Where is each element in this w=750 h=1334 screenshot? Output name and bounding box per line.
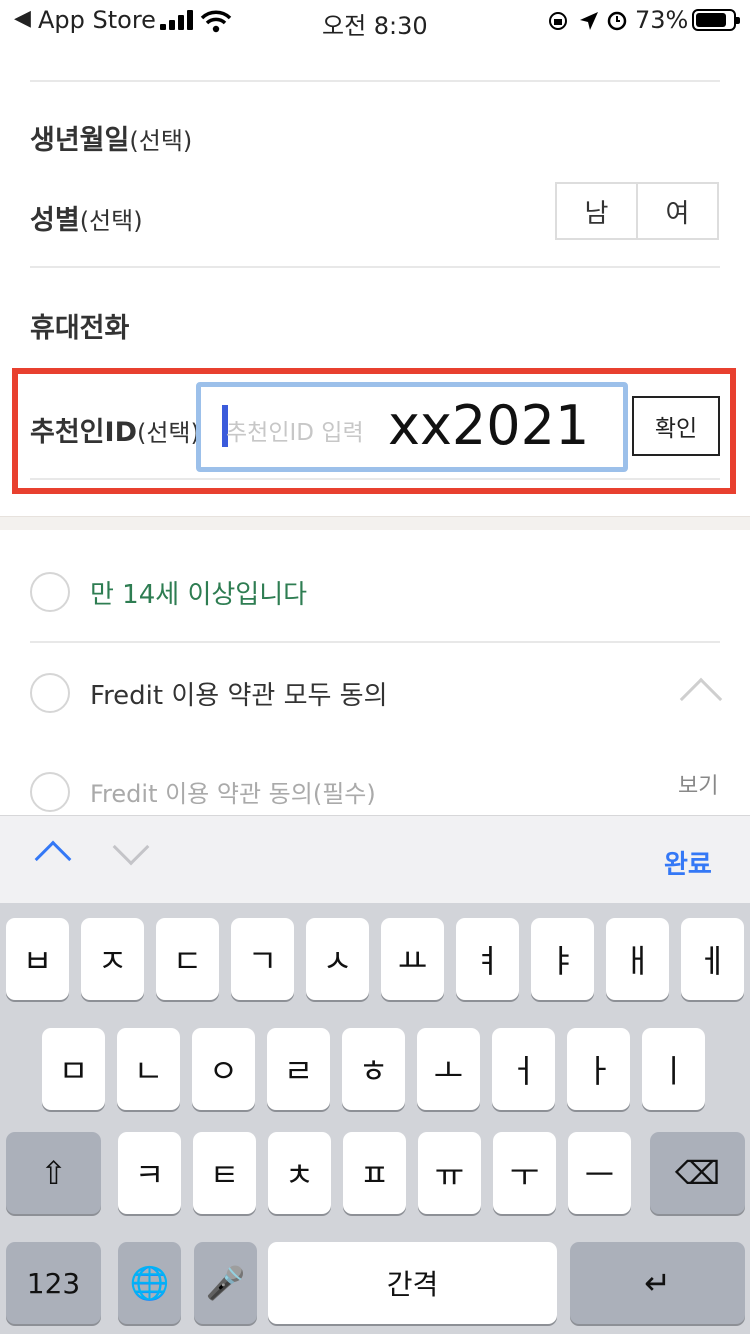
referrer-annotation-text: xx2021 — [388, 394, 590, 457]
key-ㅐ[interactable]: ㅐ — [606, 918, 669, 1000]
key-ㅓ[interactable]: ㅓ — [492, 1028, 555, 1110]
gender-female-button[interactable]: 여 — [636, 184, 717, 238]
key-ㅂ[interactable]: ㅂ — [6, 918, 69, 1000]
key-ㅅ[interactable]: ㅅ — [306, 918, 369, 1000]
key-ㄴ[interactable]: ㄴ — [117, 1028, 180, 1110]
key-ㅍ[interactable]: ㅍ — [343, 1132, 406, 1214]
key-ㅔ[interactable]: ㅔ — [681, 918, 744, 1000]
space-key[interactable]: 간격 — [268, 1242, 557, 1324]
agree-all-label[interactable]: Fredit 이용 약관 모두 동의 — [90, 675, 388, 712]
key-ㅕ[interactable]: ㅕ — [456, 918, 519, 1000]
divider — [30, 478, 720, 480]
key-ㅠ[interactable]: ㅠ — [418, 1132, 481, 1214]
birthdate-label[interactable]: 생년월일(선택) — [30, 118, 192, 157]
phone-label[interactable]: 휴대전화 — [30, 306, 129, 345]
key-ㅛ[interactable]: ㅛ — [381, 918, 444, 1000]
shift-key[interactable]: ⇧ — [6, 1132, 101, 1214]
key-ㅗ[interactable]: ㅗ — [417, 1028, 480, 1110]
status-bar: ◀ App Store 오전 8:30 73% — [0, 0, 750, 40]
numbers-key[interactable]: 123 — [6, 1242, 101, 1324]
gender-selector: 남 여 — [555, 182, 719, 240]
terms-radio[interactable] — [30, 772, 70, 812]
rotation-lock-icon — [549, 12, 567, 30]
divider — [30, 80, 720, 82]
return-key[interactable]: ↵ — [570, 1242, 745, 1324]
key-ㄱ[interactable]: ㄱ — [231, 918, 294, 1000]
key-ㅜ[interactable]: ㅜ — [493, 1132, 556, 1214]
key-ㅑ[interactable]: ㅑ — [531, 918, 594, 1000]
section-separator — [0, 516, 750, 530]
key-ㅈ[interactable]: ㅈ — [81, 918, 144, 1000]
divider — [30, 266, 720, 268]
key-ㅡ[interactable]: ㅡ — [568, 1132, 631, 1214]
confirm-button[interactable]: 확인 — [632, 396, 720, 456]
wifi-icon — [200, 10, 232, 33]
key-ㅇ[interactable]: ㅇ — [192, 1028, 255, 1110]
key-ㅣ[interactable]: ㅣ — [642, 1028, 705, 1110]
key-ㅁ[interactable]: ㅁ — [42, 1028, 105, 1110]
chevron-up-icon[interactable] — [679, 677, 723, 721]
divider — [30, 641, 720, 643]
key-ㄷ[interactable]: ㄷ — [156, 918, 219, 1000]
terms-label[interactable]: Fredit 이용 약관 동의(필수) — [90, 774, 376, 809]
key-ㅏ[interactable]: ㅏ — [567, 1028, 630, 1110]
key-ㅌ[interactable]: ㅌ — [193, 1132, 256, 1214]
key-ㅎ[interactable]: ㅎ — [342, 1028, 405, 1110]
battery-icon — [692, 9, 740, 31]
key-ㅋ[interactable]: ㅋ — [118, 1132, 181, 1214]
globe-icon[interactable]: 🌐 — [118, 1242, 181, 1324]
delete-key[interactable]: ⌫ — [650, 1132, 745, 1214]
back-to-app-label[interactable]: App Store — [38, 6, 156, 34]
microphone-icon[interactable]: 🎤 — [194, 1242, 257, 1324]
alarm-icon — [607, 11, 627, 31]
referrer-input-placeholder: 추천인ID 입력 — [226, 420, 364, 446]
done-button[interactable]: 완료 — [664, 844, 712, 881]
next-field-chevron-icon[interactable] — [112, 828, 150, 866]
battery-percentage: 73% — [635, 6, 689, 34]
key-ㅊ[interactable]: ㅊ — [268, 1132, 331, 1214]
view-terms-link[interactable]: 보기 — [678, 768, 718, 800]
key-ㄹ[interactable]: ㄹ — [267, 1028, 330, 1110]
age-check-label[interactable]: 만 14세 이상입니다 — [90, 574, 307, 611]
agree-all-radio[interactable] — [30, 673, 70, 713]
keyboard-toolbar: 완료 — [0, 815, 750, 903]
age-check-radio[interactable] — [30, 572, 70, 612]
gender-male-button[interactable]: 남 — [557, 184, 636, 238]
location-icon — [580, 12, 598, 30]
signal-icon — [160, 10, 194, 30]
clock: 오전 8:30 — [322, 12, 428, 40]
gender-label: 성별(선택) — [30, 205, 143, 236]
referrer-label: 추천인ID(선택) — [30, 417, 200, 448]
previous-field-chevron-icon[interactable] — [34, 840, 72, 878]
back-arrow-icon[interactable]: ◀ — [14, 6, 31, 31]
